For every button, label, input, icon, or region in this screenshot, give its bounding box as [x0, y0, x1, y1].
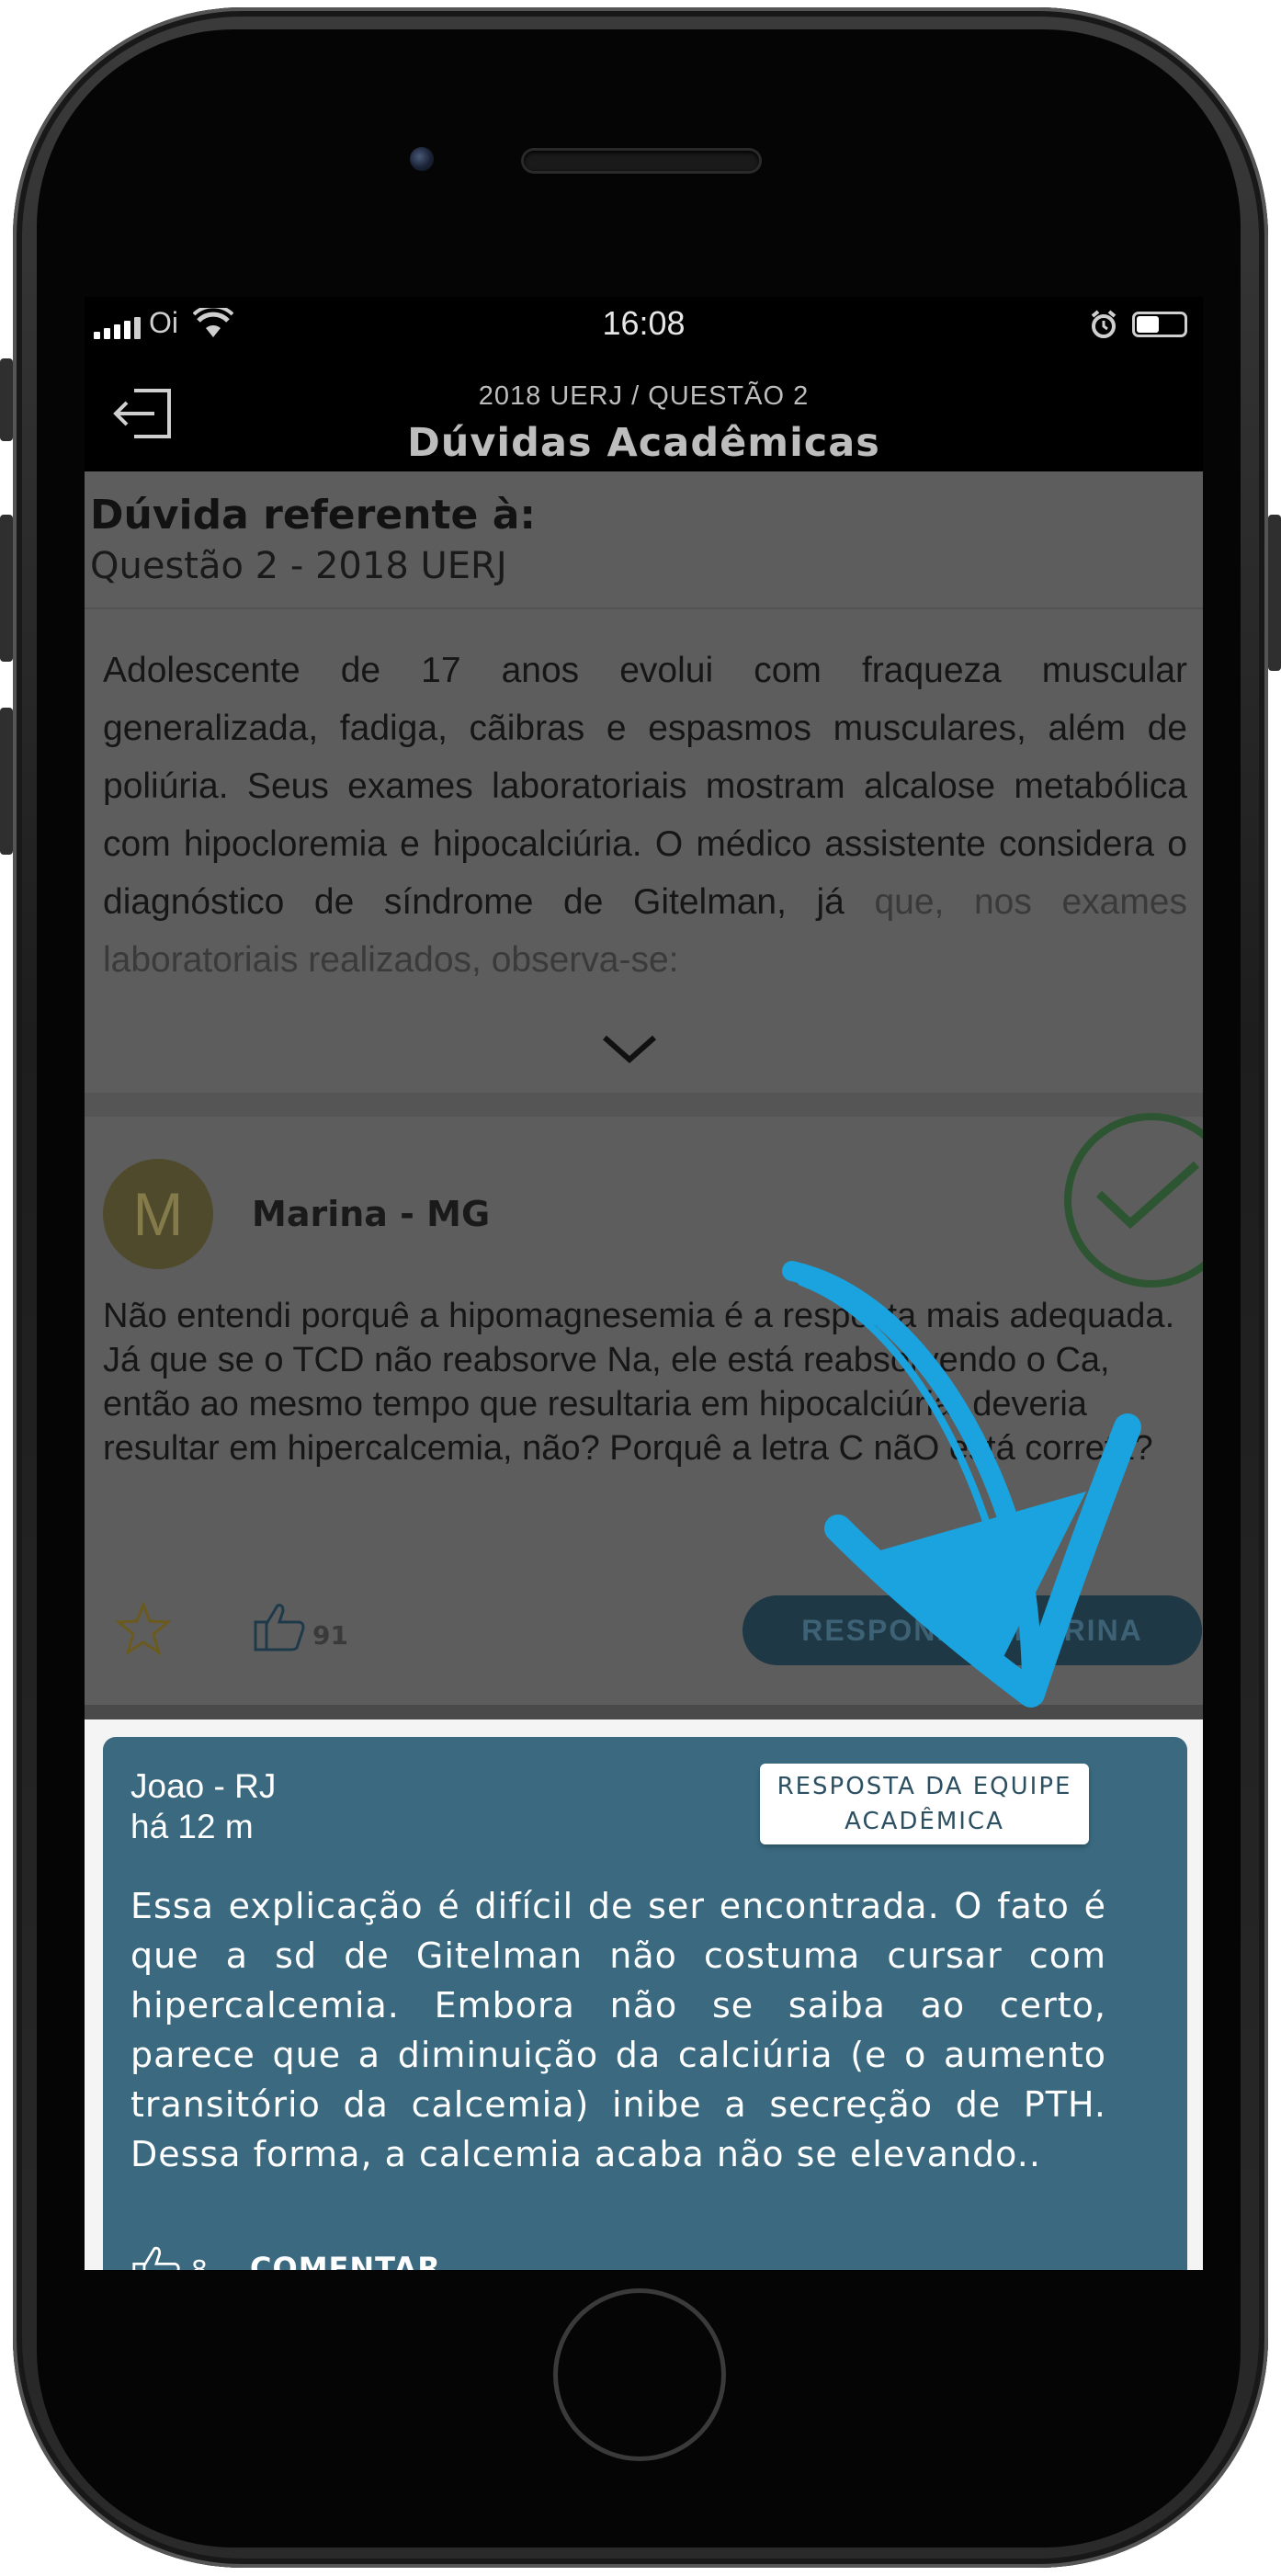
check-icon	[1095, 1161, 1199, 1230]
status-bar: Oi 16:08	[85, 297, 1203, 352]
comment-button[interactable]: COMENTAR	[250, 2251, 441, 2270]
side-button-volume-down	[0, 708, 13, 855]
section-separator	[85, 1705, 1203, 1719]
side-button-mute	[0, 358, 13, 441]
answer-time: há 12 m	[130, 1808, 254, 1845]
app-screen: Oi 16:08 2018 UERJ / QUESTÃO 2 Dúvidas A…	[85, 297, 1203, 2270]
team-answer-badge: RESPOSTA DA EQUIPE ACADÊMICA	[760, 1764, 1089, 1844]
answer-like-count: 8	[191, 2254, 208, 2270]
home-button[interactable]	[553, 2288, 726, 2461]
star-icon[interactable]	[116, 1602, 171, 1655]
doubt-author[interactable]: Marina - MG	[252, 1194, 490, 1234]
reply-button[interactable]: RESPONDER MARINA	[743, 1595, 1202, 1665]
header-subtitle: 2018 UERJ / QUESTÃO 2	[478, 381, 810, 411]
thumbs-up-icon[interactable]	[252, 1600, 307, 1653]
section-divider	[85, 1093, 1203, 1117]
answer-author: Joao - RJ	[130, 1767, 277, 1805]
answer-text: Essa explicação é difícil de ser encontr…	[130, 1886, 1106, 2174]
earpiece-speaker	[524, 151, 759, 171]
side-button-volume-up	[0, 515, 13, 662]
chevron-down-icon[interactable]	[599, 1030, 660, 1067]
question-body: Adolescente de 17 anos evolui com fraque…	[103, 651, 1187, 922]
doubt-like-count: 91	[312, 1620, 348, 1651]
battery-icon	[1132, 312, 1187, 337]
reference-subtitle: Questão 2 - 2018 UERJ	[90, 545, 507, 587]
side-button-power	[1268, 515, 1281, 671]
doubt-text: Não entendi porquê a hipomagnesemia é a …	[103, 1297, 1175, 1468]
status-time: 16:08	[602, 304, 686, 342]
question-text: Adolescente de 17 anos evolui com fraque…	[103, 641, 1187, 989]
app-header: 2018 UERJ / QUESTÃO 2 Dúvidas Acadêmicas	[85, 352, 1203, 471]
alarm-icon	[1091, 310, 1117, 338]
thumbs-up-icon[interactable]	[130, 2243, 182, 2270]
reference-block: Dúvida referente à: Questão 2 - 2018 UER…	[85, 471, 1203, 609]
front-camera	[410, 147, 434, 171]
reference-title: Dúvida referente à:	[90, 492, 536, 539]
page-title: Dúvidas Acadêmicas	[407, 420, 880, 466]
avatar: M	[103, 1159, 213, 1269]
